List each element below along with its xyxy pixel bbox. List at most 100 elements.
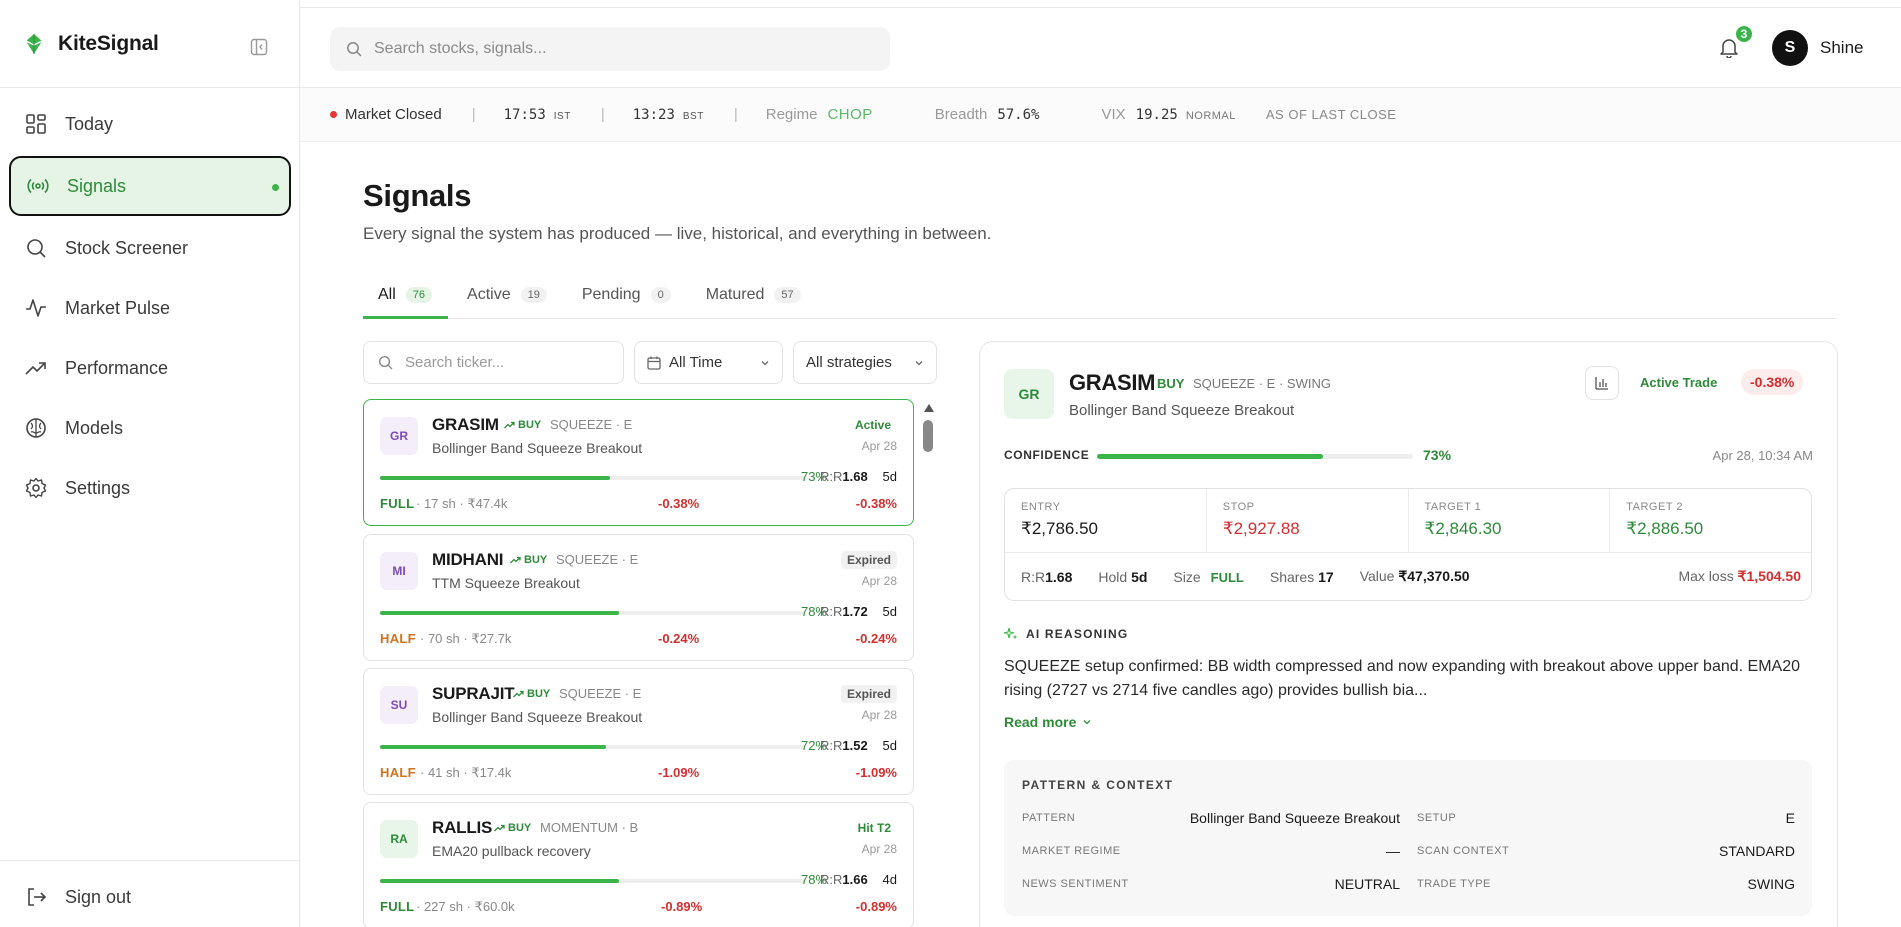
strategy-label: SQUEEZE · E bbox=[556, 552, 639, 567]
calendar-icon bbox=[647, 356, 661, 370]
signal-card[interactable]: GR GRASIM BUY SQUEEZE · E Bollinger Band Squ… bbox=[363, 399, 914, 526]
sidebar-item-label: Models bbox=[65, 417, 124, 438]
global-search[interactable] bbox=[330, 27, 890, 71]
time-filter-dropdown[interactable]: All Time bbox=[634, 341, 783, 384]
sign-out-button[interactable]: Sign out bbox=[25, 886, 131, 908]
status-badge: Expired bbox=[840, 685, 897, 703]
tab-pending[interactable]: Pending 0 bbox=[567, 276, 687, 319]
confidence-bar bbox=[380, 745, 805, 749]
position-size: HALF bbox=[380, 631, 416, 646]
tab-active[interactable]: Active 19 bbox=[452, 276, 563, 319]
market-status: Market Closed bbox=[330, 106, 442, 123]
pnl-value: -0.38% bbox=[658, 496, 700, 511]
ticker-symbol: GRASIM bbox=[432, 415, 499, 434]
max-loss-value: Max loss ₹1,504.50 bbox=[1678, 568, 1801, 584]
ticker-avatar: MI bbox=[380, 552, 418, 590]
context-row: NEWS SENTIMENT NEUTRAL bbox=[1022, 876, 1400, 892]
as-of-label: AS OF LAST CLOSE bbox=[1265, 107, 1397, 122]
user-avatar[interactable]: S bbox=[1772, 30, 1808, 66]
status-badge: Expired bbox=[840, 551, 897, 569]
sidebar-item-label: Today bbox=[65, 113, 114, 134]
side-badge: BUY bbox=[510, 554, 547, 566]
sidebar-item-models[interactable]: Models bbox=[9, 400, 291, 456]
active-indicator-dot bbox=[272, 184, 279, 191]
chart-button[interactable] bbox=[1585, 366, 1619, 400]
sidebar-item-label: Settings bbox=[65, 477, 131, 498]
scrollbar-thumb[interactable] bbox=[923, 420, 933, 452]
position-size: FULL bbox=[380, 899, 415, 914]
confidence-fill bbox=[1097, 454, 1323, 459]
trend-up-icon bbox=[510, 556, 521, 564]
scroll-up-arrow[interactable] bbox=[924, 404, 934, 412]
signal-card[interactable]: MI MIDHANI BUY SQUEEZE · E TTM Squeeze Break… bbox=[363, 534, 914, 661]
sidebar-item-stock-screener[interactable]: Stock Screener bbox=[9, 220, 291, 276]
context-title: PATTERN & CONTEXT bbox=[1022, 778, 1174, 792]
ticker-search[interactable] bbox=[363, 341, 624, 384]
brain-icon bbox=[26, 418, 46, 438]
chevron-down-icon bbox=[915, 360, 923, 365]
global-search-input[interactable] bbox=[374, 40, 854, 58]
chevron-down-icon bbox=[761, 360, 769, 365]
ticker-search-input[interactable] bbox=[405, 354, 605, 371]
signal-card[interactable]: SU SUPRAJIT BUY SQUEEZE · E Bollinger Band S… bbox=[363, 668, 914, 795]
rr-value: R:R1.68 bbox=[1021, 568, 1073, 585]
sidebar-item-today[interactable]: Today bbox=[9, 96, 291, 152]
hold-days: 4d bbox=[882, 872, 897, 887]
read-more-link[interactable]: Read more bbox=[1004, 714, 1092, 730]
strategy-label: MOMENTUM · B bbox=[540, 820, 639, 835]
ticker-avatar: GR bbox=[380, 417, 418, 455]
trade-meta: R:R1.68 Hold 5d Size FULL Shares 17 Value… bbox=[1021, 568, 1801, 585]
sidebar-item-performance[interactable]: Performance bbox=[9, 340, 291, 396]
ticker-avatar: RA bbox=[380, 820, 418, 858]
shares-value: Shares 17 bbox=[1269, 568, 1334, 585]
signal-card[interactable]: RA RALLIS BUY MOMENTUM · B EMA20 pullback re… bbox=[363, 802, 914, 927]
target2-level: TARGET 2 ₹2,886.50 bbox=[1626, 501, 1704, 538]
signal-date: Apr 28 bbox=[861, 574, 897, 588]
tab-count: 0 bbox=[650, 287, 671, 303]
search-icon bbox=[27, 239, 46, 258]
sidebar-item-settings[interactable]: Settings bbox=[9, 460, 291, 516]
pattern-context: PATTERN & CONTEXT PATTERN Bollinger Band … bbox=[1004, 760, 1812, 916]
ticker-symbol: MIDHANI bbox=[432, 550, 504, 569]
context-row: SETUP E bbox=[1417, 810, 1795, 826]
tab-all[interactable]: All 76 bbox=[363, 276, 449, 319]
sidebar-item-label: Market Pulse bbox=[65, 297, 171, 318]
price-levels: ENTRY ₹2,786.50 STOP ₹2,927.88 TARGET 1 ₹2,… bbox=[1004, 488, 1812, 601]
signal-tabs: All 76 Active 19 Pending 0 Matured 57 bbox=[363, 276, 1837, 319]
status-badge: Hit T2 bbox=[857, 821, 891, 835]
context-row: PATTERN Bollinger Band Squeeze Breakout bbox=[1022, 810, 1400, 826]
sidebar-item-label: Signals bbox=[67, 175, 127, 196]
hold-days: 5d bbox=[882, 738, 897, 753]
pnl-value: -0.89% bbox=[661, 899, 703, 914]
confidence-fill bbox=[380, 745, 606, 749]
sidebar-collapse-icon[interactable] bbox=[250, 38, 270, 58]
separator: | bbox=[471, 106, 476, 123]
user-name[interactable]: Shine bbox=[1820, 38, 1863, 58]
brand[interactable]: KiteSignal bbox=[24, 32, 159, 56]
signal-date: Apr 28 bbox=[861, 708, 897, 722]
confidence-value: 73% bbox=[1423, 447, 1452, 463]
pattern-description: Bollinger Band Squeeze Breakout bbox=[432, 440, 643, 456]
position-size: HALF bbox=[380, 765, 416, 780]
side-badge: BUY bbox=[504, 419, 541, 431]
sidebar-divider bbox=[0, 87, 300, 88]
trend-up-icon bbox=[513, 690, 524, 698]
breadth-indicator: Breadth 57.6% bbox=[934, 106, 1040, 123]
sidebar-item-market-pulse[interactable]: Market Pulse bbox=[9, 280, 291, 336]
rr-value: R:R1.66 bbox=[820, 872, 868, 887]
broadcast-icon bbox=[27, 178, 49, 194]
trade-status: Active Trade bbox=[1640, 375, 1718, 390]
page-subtitle: Every signal the system has produced — l… bbox=[363, 224, 992, 243]
tab-matured[interactable]: Matured 57 bbox=[691, 276, 817, 319]
side-badge: BUY bbox=[494, 822, 531, 834]
pnl-value: -1.09% bbox=[658, 765, 700, 780]
ticker-symbol: RALLIS bbox=[432, 818, 493, 837]
target1-level: TARGET 1 ₹2,846.30 bbox=[1409, 489, 1611, 552]
regime-indicator: Regime CHOP bbox=[765, 106, 873, 123]
vix-indicator: VIX 19.25 NORMAL bbox=[1101, 106, 1236, 123]
confidence-fill bbox=[380, 476, 610, 480]
tab-count: 19 bbox=[520, 287, 547, 303]
strategy-filter-dropdown[interactable]: All strategies bbox=[793, 341, 937, 384]
pnl-value: -0.24% bbox=[658, 631, 700, 646]
sidebar-item-signals[interactable]: Signals bbox=[9, 156, 291, 216]
